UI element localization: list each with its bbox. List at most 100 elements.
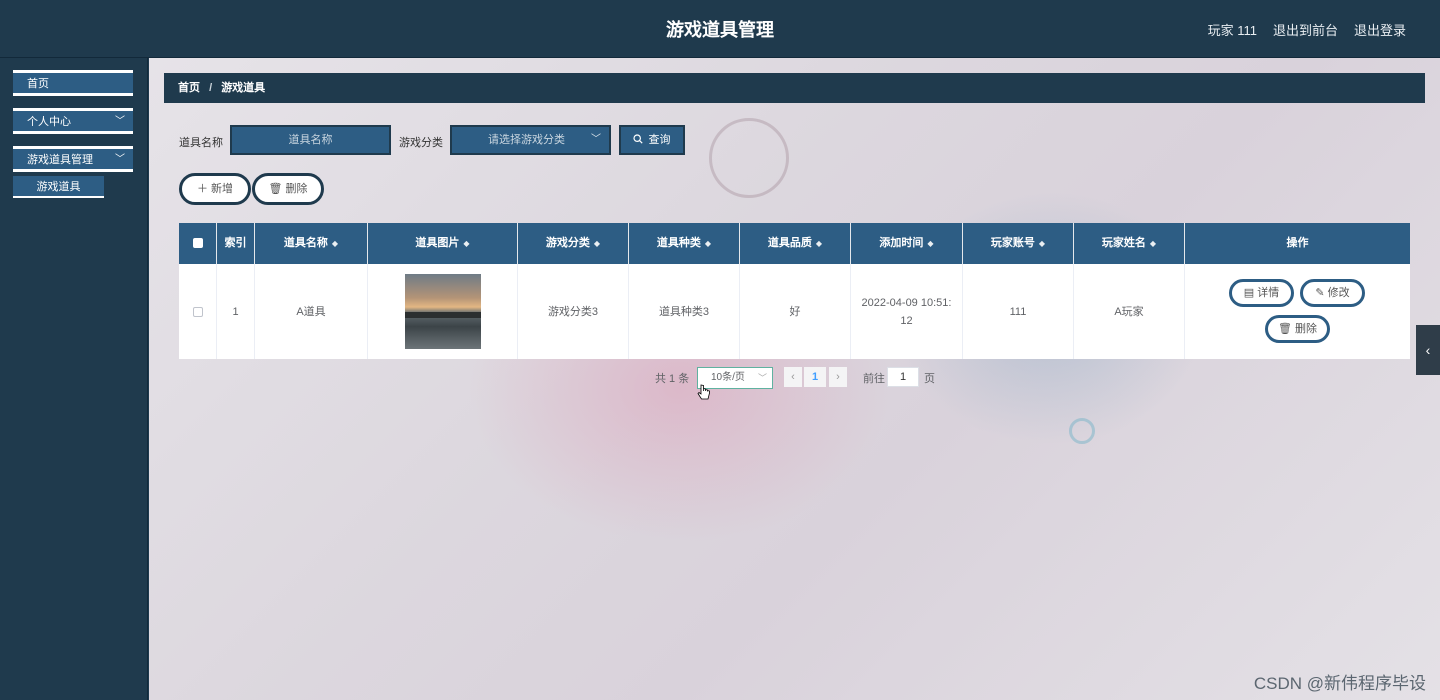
detail-button[interactable]: ▤ 详情 <box>1229 279 1294 307</box>
sort-icon: ◆ <box>1149 239 1157 248</box>
row-delete-button-label: 删除 <box>1295 323 1318 335</box>
sidebar-item-home[interactable]: 首页 <box>13 70 133 96</box>
sidebar: 首页 个人中心 ﹀ 游戏道具管理 ﹀ <box>0 58 148 700</box>
time-line-2: 12 <box>900 314 913 327</box>
logout-link[interactable]: 退出登录 <box>1354 20 1406 39</box>
chevron-down-icon: ﹀ <box>115 116 125 127</box>
document-icon: ▤ <box>1243 287 1255 299</box>
delete-button[interactable]: 🗑 删除 <box>252 173 324 205</box>
page-unit-label: 页 <box>924 373 935 385</box>
trash-icon: 🗑 <box>268 183 283 195</box>
table-row: 1 A道具 游戏分类3 道具种类3 好 2022-04-09 10:51: 12… <box>179 264 1410 359</box>
sort-icon: ◆ <box>704 239 712 248</box>
prev-page-button[interactable]: ‹ <box>784 367 802 387</box>
col-added-time[interactable]: 添加时间 ◆ <box>851 223 963 264</box>
col-label: 道具图片 <box>415 237 460 249</box>
category-select[interactable]: 请选择游戏分类 ﹀ <box>450 125 611 155</box>
panel-toggle-button[interactable]: ‹ <box>1416 325 1440 375</box>
page-number[interactable]: 1 <box>804 367 826 387</box>
col-quality[interactable]: 道具品质 ◆ <box>740 223 851 264</box>
cell-operations: ▤ 详情 ✎ 修改 🗑 删除 <box>1185 264 1410 359</box>
row-checkbox-cell <box>179 264 217 359</box>
background-decoration <box>709 118 789 198</box>
col-label: 游戏分类 <box>545 237 590 249</box>
cell-quality: 好 <box>740 264 851 359</box>
row-checkbox[interactable] <box>192 306 203 317</box>
chevron-down-icon: ﹀ <box>757 373 767 383</box>
hand-cursor-icon <box>697 384 710 400</box>
breadcrumb: 首页 / 游戏道具 <box>164 73 1425 103</box>
cell-index: 1 <box>217 264 255 359</box>
main-content: 首页 / 游戏道具 道具名称 道具名称 游戏分类 请选择游戏分类 ﹀ 查询 ＋ … <box>149 58 1440 700</box>
table-header: 索引 道具名称 ◆ 道具图片 ◆ 游戏分类 ◆ 道具种类 ◆ 道具品质 ◆ 添加时间 ◆ 玩… <box>179 223 1410 264</box>
breadcrumb-home[interactable]: 首页 <box>178 82 200 94</box>
sidebar-item-label: 个人中心 <box>27 116 71 128</box>
plus-icon: ＋ <box>196 183 208 195</box>
cell-item-image <box>368 264 518 359</box>
cell-added-time: 2022-04-09 10:51: 12 <box>851 264 963 359</box>
query-button-label: 查询 <box>648 134 671 146</box>
col-category[interactable]: 游戏分类 ◆ <box>518 223 629 264</box>
col-label: 玩家账号 <box>990 237 1035 249</box>
total-count: 共 1 条 <box>655 373 690 385</box>
sidebar-item-personal-center[interactable]: 个人中心 ﹀ <box>13 108 133 134</box>
select-all-cell <box>179 223 217 264</box>
search-icon <box>633 134 644 144</box>
goto-label: 前往 <box>863 373 885 385</box>
detail-button-label: 详情 <box>1257 287 1280 299</box>
col-label: 道具品质 <box>767 237 812 249</box>
edit-button-label: 修改 <box>1327 287 1350 299</box>
category-label: 游戏分类 <box>399 137 443 149</box>
sidebar-item-label: 首页 <box>27 78 49 90</box>
top-bar-actions: 玩家 111 退出到前台 退出登录 <box>1208 20 1406 39</box>
cell-account: 111 <box>963 264 1074 359</box>
time-line-1: 2022-04-09 10:51: <box>861 296 952 309</box>
query-button[interactable]: 查询 <box>619 125 685 155</box>
sidebar-subitem-game-items[interactable]: 游戏道具 <box>13 176 104 198</box>
col-account[interactable]: 玩家账号 ◆ <box>963 223 1074 264</box>
breadcrumb-current: 游戏道具 <box>221 82 266 94</box>
add-button[interactable]: ＋ 新增 <box>179 173 251 205</box>
item-name-label: 道具名称 <box>179 137 223 149</box>
add-button-label: 新增 <box>211 183 234 195</box>
page-size-value: 10条/页 <box>711 372 745 383</box>
next-page-button[interactable]: › <box>829 367 847 387</box>
col-label: 道具种类 <box>656 237 701 249</box>
sidebar-item-label: 游戏道具管理 <box>27 154 93 166</box>
goto-page-input[interactable]: 1 <box>887 367 919 387</box>
sidebar-item-item-management[interactable]: 游戏道具管理 ﹀ <box>13 146 133 172</box>
chevron-down-icon: ﹀ <box>591 134 601 145</box>
col-label: 玩家姓名 <box>1101 237 1146 249</box>
top-bar: 游戏道具管理 玩家 111 退出到前台 退出登录 <box>0 0 1440 58</box>
cell-category: 游戏分类3 <box>518 264 629 359</box>
sort-icon: ◆ <box>927 239 934 248</box>
exit-to-front-link[interactable]: 退出到前台 <box>1273 20 1338 39</box>
col-label: 道具名称 <box>283 237 328 249</box>
category-placeholder: 请选择游戏分类 <box>488 134 565 146</box>
col-operations: 操作 <box>1286 237 1309 249</box>
background-decoration <box>1069 418 1095 444</box>
col-index: 索引 <box>217 223 255 264</box>
chevron-down-icon: ﹀ <box>115 154 125 165</box>
col-item-image[interactable]: 道具图片 ◆ <box>368 223 518 264</box>
sort-icon: ◆ <box>1038 239 1046 248</box>
sort-icon: ◆ <box>815 239 823 248</box>
item-thumbnail[interactable] <box>404 274 481 349</box>
sort-icon: ◆ <box>331 239 339 248</box>
row-delete-button[interactable]: 🗑 删除 <box>1265 315 1330 343</box>
col-item-name[interactable]: 道具名称 ◆ <box>255 223 368 264</box>
breadcrumb-separator: / <box>209 82 213 94</box>
item-name-input[interactable]: 道具名称 <box>230 125 391 155</box>
chevron-left-icon: ‹ <box>1425 342 1431 358</box>
select-all-checkbox[interactable] <box>192 238 203 249</box>
col-label: 添加时间 <box>879 237 924 249</box>
sort-icon: ◆ <box>593 239 601 248</box>
edit-button[interactable]: ✎ 修改 <box>1300 279 1365 307</box>
cell-item-name: A道具 <box>255 264 368 359</box>
col-player-name[interactable]: 玩家姓名 ◆ <box>1074 223 1185 264</box>
cell-kind: 道具种类3 <box>629 264 740 359</box>
sort-icon: ◆ <box>463 239 470 248</box>
watermark: CSDN @新伟程序毕设 <box>1253 674 1426 693</box>
col-kind[interactable]: 道具种类 ◆ <box>629 223 740 264</box>
user-label: 玩家 111 <box>1207 23 1257 38</box>
